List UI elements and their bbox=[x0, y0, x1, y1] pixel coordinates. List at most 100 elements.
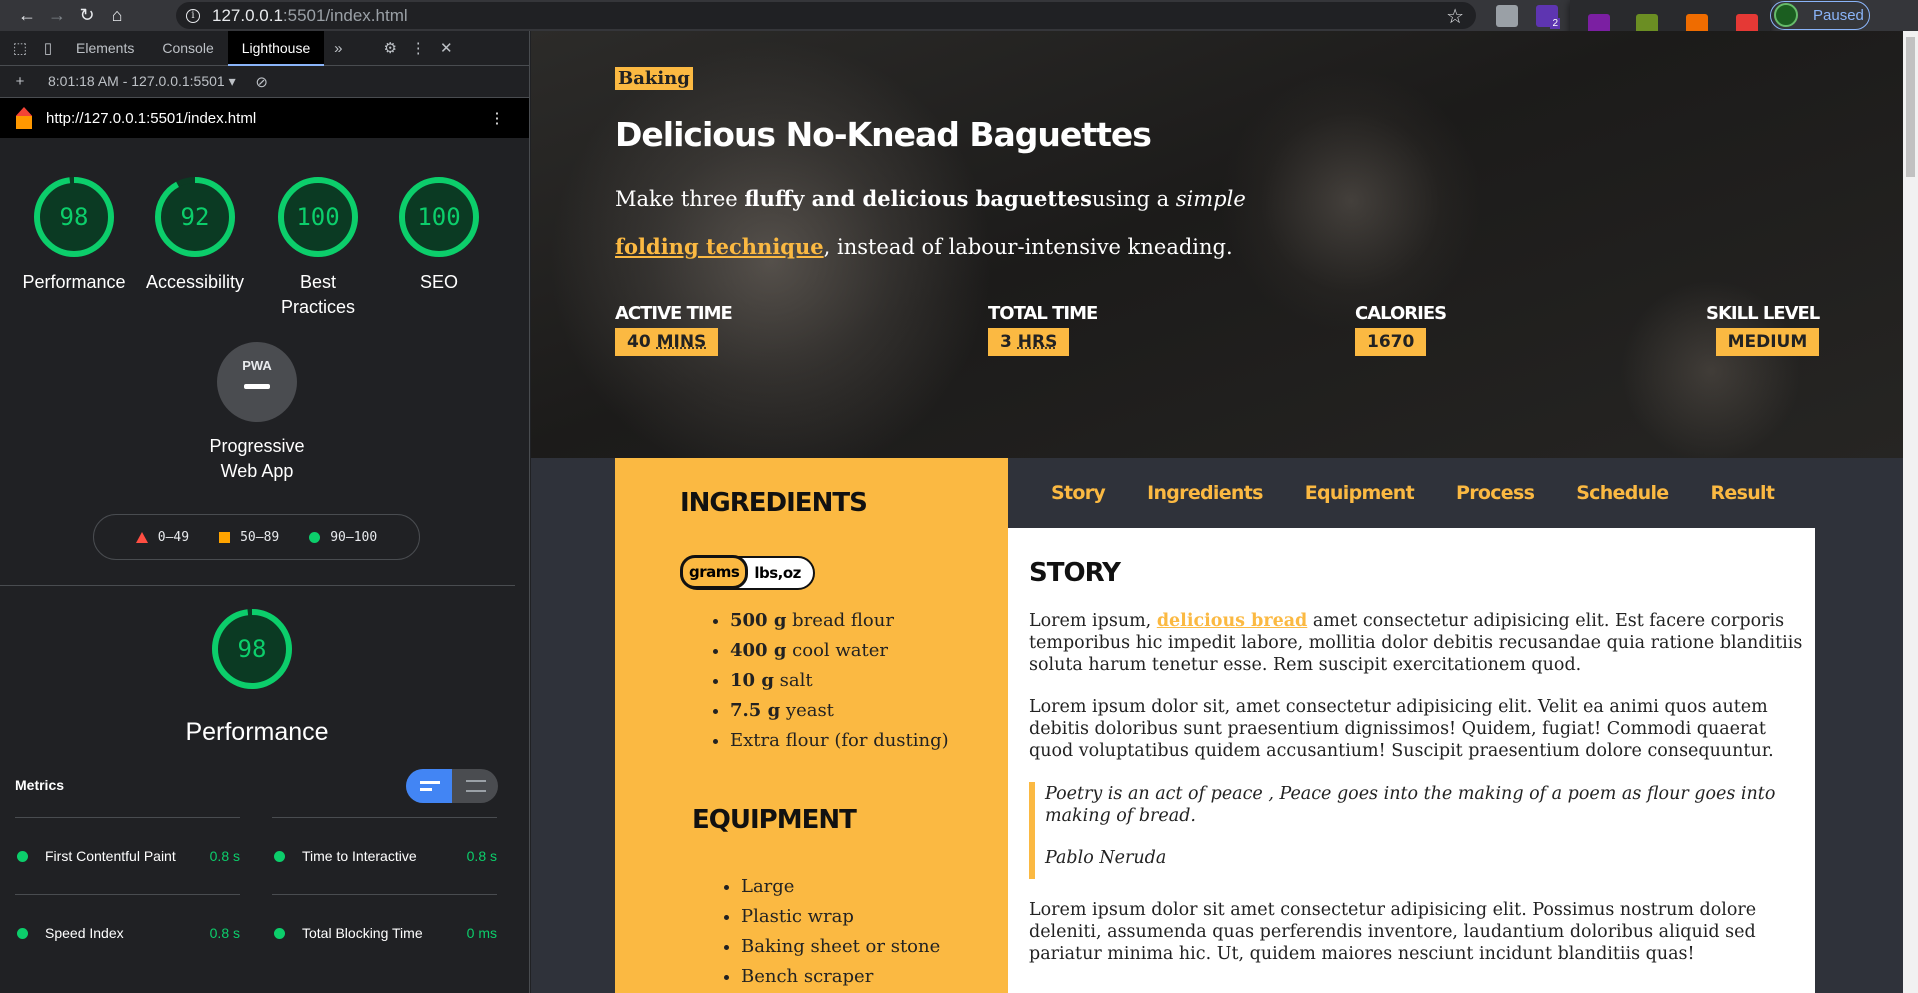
legend-average: 50–89 bbox=[219, 530, 279, 545]
tab-story[interactable]: Story bbox=[1051, 482, 1106, 504]
pwa-abbr: PWA bbox=[242, 358, 272, 373]
avatar bbox=[1774, 3, 1798, 27]
url-host: 127.0.0.1 bbox=[212, 5, 283, 25]
score-gauge-best-practices[interactable]: 100 bbox=[277, 176, 359, 258]
story-paragraph: Lorem ipsum dolor sit, amet consectetur … bbox=[1029, 697, 1774, 761]
page-scrollbar[interactable] bbox=[1903, 31, 1918, 993]
device-toolbar-icon[interactable]: ▯ bbox=[34, 39, 62, 57]
score-gauge-performance[interactable]: 98 bbox=[33, 176, 115, 258]
circle-icon bbox=[309, 531, 321, 543]
equipment-heading: EQUIPMENT bbox=[692, 805, 857, 835]
score-label: SEO bbox=[419, 272, 458, 292]
performance-gauge-large: 98 bbox=[211, 608, 293, 690]
ingredients-list: 500 g bread flour 400 g cool water 10 g … bbox=[730, 606, 949, 756]
reload-icon[interactable]: ↻ bbox=[72, 1, 102, 31]
pwa-dash-icon bbox=[244, 384, 270, 389]
report-url-bar: http://127.0.0.1:5501/index.html ⋮ bbox=[0, 98, 529, 138]
metric-total-blocking-time: Total Blocking Time 0 ms bbox=[272, 894, 497, 962]
list-item: 500 g bread flour bbox=[730, 606, 949, 636]
tab-result[interactable]: Result bbox=[1710, 482, 1774, 504]
list-item: 7.5 g yeast bbox=[730, 696, 949, 726]
recipe-tabs: Story Ingredients Equipment Process Sche… bbox=[1008, 458, 1815, 528]
site-info-icon[interactable]: i bbox=[186, 8, 200, 23]
metric-speed-index: Speed Index 0.8 s bbox=[15, 894, 240, 962]
tab-console[interactable]: Console bbox=[148, 31, 227, 66]
legend-pass: 90–100 bbox=[309, 530, 377, 545]
devtools-tabbar: ⬚ ▯ Elements Console Lighthouse » ⚙ ⋮ ✕ bbox=[0, 30, 529, 66]
more-tabs-icon[interactable]: » bbox=[324, 40, 352, 57]
pass-icon bbox=[17, 927, 28, 939]
legend-fail: 0–49 bbox=[135, 530, 189, 545]
toggle-expanded-view[interactable] bbox=[466, 780, 486, 792]
clear-icon[interactable]: ⊘ bbox=[248, 73, 276, 91]
score-value: 98 bbox=[59, 203, 89, 231]
score-gauge-seo[interactable]: 100 bbox=[398, 176, 480, 258]
equipment-list: Large Plastic wrap Baking sheet or stone… bbox=[741, 872, 940, 992]
list-item: Plastic wrap bbox=[741, 902, 940, 932]
performance-heading: Performance bbox=[185, 718, 329, 746]
report-selector[interactable]: 8:01:18 AM - 127.0.0.1:5501 ▾ bbox=[48, 73, 236, 90]
stat-active-time: ACTIVE TIME 40 MINS bbox=[615, 303, 733, 356]
ingredients-panel: INGREDIENTS grams lbs,oz 500 g bread flo… bbox=[615, 458, 1008, 993]
score-label: Best Practices bbox=[280, 272, 356, 317]
recipe-page: Baking Delicious No-Knead Baguettes Make… bbox=[531, 31, 1918, 993]
report-selector-row: + 8:01:18 AM - 127.0.0.1:5501 ▾ ⊘ bbox=[0, 66, 529, 98]
profile-status: Paused bbox=[1813, 7, 1864, 24]
lighthouse-icon bbox=[16, 107, 32, 129]
square-icon bbox=[219, 531, 231, 543]
tab-elements[interactable]: Elements bbox=[62, 31, 148, 66]
story-paragraph: Lorem ipsum dolor sit amet consectetur a… bbox=[1029, 900, 1757, 964]
folding-technique-link[interactable]: folding technique bbox=[615, 234, 824, 259]
pwa-badge[interactable]: PWA bbox=[217, 342, 297, 422]
tab-process[interactable]: Process bbox=[1456, 482, 1535, 504]
tab-equipment[interactable]: Equipment bbox=[1305, 482, 1415, 504]
metrics-view-toggle[interactable] bbox=[406, 769, 498, 803]
inspect-element-icon[interactable]: ⬚ bbox=[6, 39, 34, 57]
metrics-title: Metrics bbox=[15, 777, 65, 793]
hero-banner: Baking Delicious No-Knead Baguettes Make… bbox=[531, 31, 1903, 458]
address-bar[interactable]: i 127.0.0.1:5501/index.html ☆ bbox=[176, 2, 1476, 29]
metric-time-to-interactive: Time to Interactive 0.8 s bbox=[272, 817, 497, 894]
list-item: Baking sheet or stone bbox=[741, 932, 940, 962]
recipe-title: Delicious No-Knead Baguettes bbox=[615, 115, 1152, 154]
blockquote: Poetry is an act of peace , Peace goes i… bbox=[1029, 782, 1813, 879]
settings-gear-icon[interactable]: ⚙ bbox=[376, 39, 404, 57]
stat-skill-level: SKILL LEVEL MEDIUM bbox=[1706, 303, 1820, 356]
quote-author: Pablo Neruda bbox=[1045, 848, 1167, 868]
home-icon[interactable]: ⌂ bbox=[102, 1, 132, 31]
tab-ingredients[interactable]: Ingredients bbox=[1147, 482, 1263, 504]
story-section: STORY Lorem ipsum, delicious bread amet … bbox=[1008, 528, 1815, 993]
triangle-icon bbox=[135, 531, 148, 543]
metric-first-contentful-paint: First Contentful Paint 0.8 s bbox=[15, 817, 240, 894]
unit-lbs-oz[interactable]: lbs,oz bbox=[748, 564, 813, 582]
story-heading: STORY bbox=[1029, 558, 1121, 588]
story-paragraph: Lorem ipsum, delicious bread amet consec… bbox=[1029, 611, 1803, 675]
ingredients-heading: INGREDIENTS bbox=[680, 488, 868, 518]
kebab-menu-icon[interactable]: ⋮ bbox=[483, 109, 511, 127]
bookmark-star-icon[interactable]: ☆ bbox=[1446, 4, 1464, 29]
score-label: Performance bbox=[22, 272, 126, 292]
list-item: Bench scraper bbox=[741, 962, 940, 992]
scrollbar-thumb[interactable] bbox=[1906, 37, 1915, 177]
category-badge: Baking bbox=[615, 67, 693, 90]
back-icon[interactable]: ← bbox=[12, 1, 42, 31]
score-gauge-accessibility[interactable]: 92 bbox=[154, 176, 236, 258]
recipe-lede: Make three fluffy and delicious baguette… bbox=[615, 186, 1246, 259]
plus-icon[interactable]: + bbox=[6, 73, 34, 90]
unit-grams[interactable]: grams bbox=[680, 555, 749, 589]
tab-schedule[interactable]: Schedule bbox=[1576, 482, 1669, 504]
kebab-menu-icon[interactable]: ⋮ bbox=[404, 39, 432, 57]
toggle-compact-view[interactable] bbox=[406, 769, 452, 803]
delicious-bread-link[interactable]: delicious bread bbox=[1157, 611, 1307, 631]
pass-icon bbox=[274, 850, 285, 862]
tab-lighthouse[interactable]: Lighthouse bbox=[227, 30, 325, 66]
score-value: 100 bbox=[296, 203, 340, 231]
forward-icon[interactable]: → bbox=[42, 1, 72, 31]
score-value: 92 bbox=[180, 203, 210, 231]
report-url: http://127.0.0.1:5501/index.html bbox=[46, 109, 257, 127]
url-path: :5501/index.html bbox=[282, 5, 408, 25]
extension-badge-icon[interactable]: 2 bbox=[1536, 5, 1560, 29]
unit-toggle[interactable]: grams lbs,oz bbox=[680, 555, 815, 590]
extension-icon[interactable] bbox=[1496, 5, 1518, 27]
close-icon[interactable]: ✕ bbox=[432, 39, 460, 57]
